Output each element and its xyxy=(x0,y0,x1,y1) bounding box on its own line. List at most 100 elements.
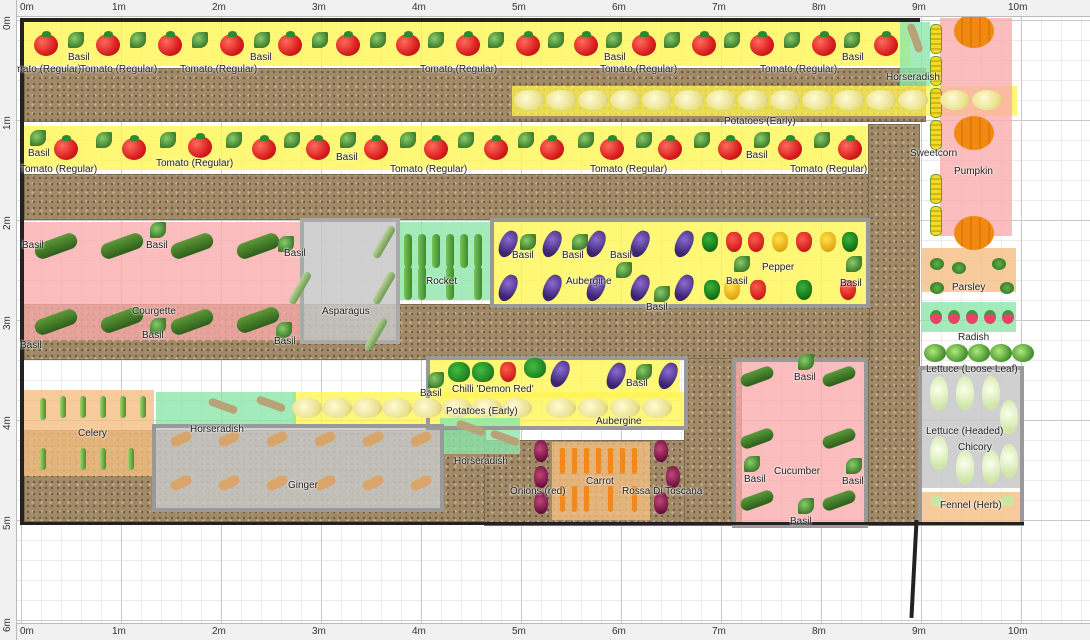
ruler-bottom-label: 5m xyxy=(512,626,526,637)
chicory-icon xyxy=(930,376,948,410)
potato-icon xyxy=(674,90,704,110)
tomato-icon xyxy=(540,135,564,160)
ruler-left-label: 0m xyxy=(2,16,13,30)
label-basil-cuc-4: Basil xyxy=(790,516,812,527)
onion-icon xyxy=(534,440,548,462)
basil-icon xyxy=(846,458,862,474)
ruler-top-label: 3m xyxy=(312,2,326,13)
ruler-bottom-label: 2m xyxy=(212,626,226,637)
radish-icon xyxy=(966,310,978,324)
label-pumpkin: Pumpkin xyxy=(954,166,993,177)
pumpkin-icon xyxy=(954,216,994,250)
potato-icon xyxy=(610,398,640,418)
label-basil-courgette-6: Basil xyxy=(274,336,296,347)
basil-icon xyxy=(160,132,176,148)
label-rossa: Rossa Di Toscana xyxy=(622,486,703,497)
label-pepper: Pepper xyxy=(762,262,795,273)
ruler-bottom-label: 8m xyxy=(812,626,826,637)
sweetcorn-icon xyxy=(930,206,942,236)
basil-icon xyxy=(636,132,652,148)
pepper-icon xyxy=(500,362,516,382)
tomato-icon xyxy=(574,31,598,56)
potato-icon xyxy=(866,90,896,110)
tomato-icon xyxy=(278,31,302,56)
basil-icon xyxy=(798,498,814,514)
label-tomato-top-3: Tomato (Regular) xyxy=(180,64,258,75)
label-rocket: Rocket xyxy=(426,276,458,287)
ruler-top-label: 7m xyxy=(712,2,726,13)
potato-icon xyxy=(578,90,608,110)
lettuce-icon xyxy=(968,344,990,362)
tomato-icon xyxy=(188,133,212,158)
carrot-icon xyxy=(608,448,613,474)
path-right-vertical xyxy=(868,124,920,526)
rocket-icon xyxy=(418,266,426,300)
basil-icon xyxy=(68,32,84,48)
rocket-icon xyxy=(418,234,426,268)
label-fennel: Fennel (Herb) xyxy=(940,500,1002,511)
garden-plan-canvas[interactable]: Tomato (Regular) Tomato (Regular) Tomato… xyxy=(0,0,1090,640)
label-chilli: Chilli 'Demon Red' xyxy=(452,384,534,395)
ruler-bottom-label: 10m xyxy=(1008,626,1028,637)
basil-icon xyxy=(520,234,536,250)
parsley-icon xyxy=(930,258,944,270)
label-cucumber: Cucumber xyxy=(774,466,821,477)
label-lettuce-loose: Lettuce (Loose Leaf) xyxy=(926,364,1018,375)
label-potatoes-top: Potatoes (Early) xyxy=(724,116,796,127)
celery-icon xyxy=(120,396,126,418)
label-aubergine: Aubergine xyxy=(566,276,612,287)
potato-icon xyxy=(802,90,832,110)
basil-icon xyxy=(846,256,862,272)
carrot-icon xyxy=(584,448,589,474)
label-basil-2-3: Basil xyxy=(746,150,768,161)
tomato-icon xyxy=(632,31,656,56)
label-tomato-top-2: Tomato (Regular) xyxy=(80,64,158,75)
ruler-bottom-label: 7m xyxy=(712,626,726,637)
potato-icon xyxy=(412,398,442,418)
potato-icon xyxy=(292,398,322,418)
ruler-left-label: 4m xyxy=(2,416,13,430)
label-lettuce-headed: Lettuce (Headed) xyxy=(926,426,1004,437)
red-onion-icon xyxy=(654,440,668,462)
ruler-left: 0m 1m 2m 3m 4m 5m 6m xyxy=(0,0,17,640)
potato-icon xyxy=(770,90,800,110)
rocket-icon xyxy=(474,234,482,268)
label-carrot: Carrot xyxy=(586,476,614,487)
tomato-icon xyxy=(600,135,624,160)
pepper-icon xyxy=(842,232,858,252)
potato-icon xyxy=(642,90,672,110)
label-asparagus: Asparagus xyxy=(322,306,370,317)
sweetcorn-icon xyxy=(930,174,942,204)
basil-icon xyxy=(96,132,112,148)
tomato-icon xyxy=(158,31,182,56)
label-onions: Onions (red) xyxy=(510,486,566,497)
potato-icon xyxy=(382,398,412,418)
tomato-icon xyxy=(456,31,480,56)
pepper-icon xyxy=(702,232,718,252)
basil-icon xyxy=(606,32,622,48)
ruler-bottom-label: 0m xyxy=(20,626,34,637)
tomato-icon xyxy=(34,31,58,56)
ruler-bottom-label: 6m xyxy=(612,626,626,637)
tomato-icon xyxy=(874,31,898,56)
tomato-icon xyxy=(484,135,508,160)
fence-right-post xyxy=(909,519,919,619)
pepper-icon xyxy=(748,232,764,252)
ruler-top-label: 1m xyxy=(112,2,126,13)
label-basil-top-2: Basil xyxy=(250,52,272,63)
radish-icon xyxy=(1002,310,1014,324)
label-horseradish-low: Horseradish xyxy=(454,456,508,467)
label-tomato-2-5: Tomato (Regular) xyxy=(790,164,868,175)
label-basil-courgette-2: Basil xyxy=(146,240,168,251)
lettuce-icon xyxy=(924,344,946,362)
tomato-icon xyxy=(364,135,388,160)
ruler-left-label: 1m xyxy=(2,116,13,130)
pepper-icon xyxy=(750,280,766,300)
celery-icon xyxy=(80,448,86,470)
radish-icon xyxy=(984,310,996,324)
potato-icon xyxy=(940,90,970,110)
label-tomato-top-5: Tomato (Regular) xyxy=(600,64,678,75)
label-basil-2-1: Basil xyxy=(28,148,50,159)
label-basil-cuc-3: Basil xyxy=(842,476,864,487)
chilli-icon xyxy=(524,358,546,378)
